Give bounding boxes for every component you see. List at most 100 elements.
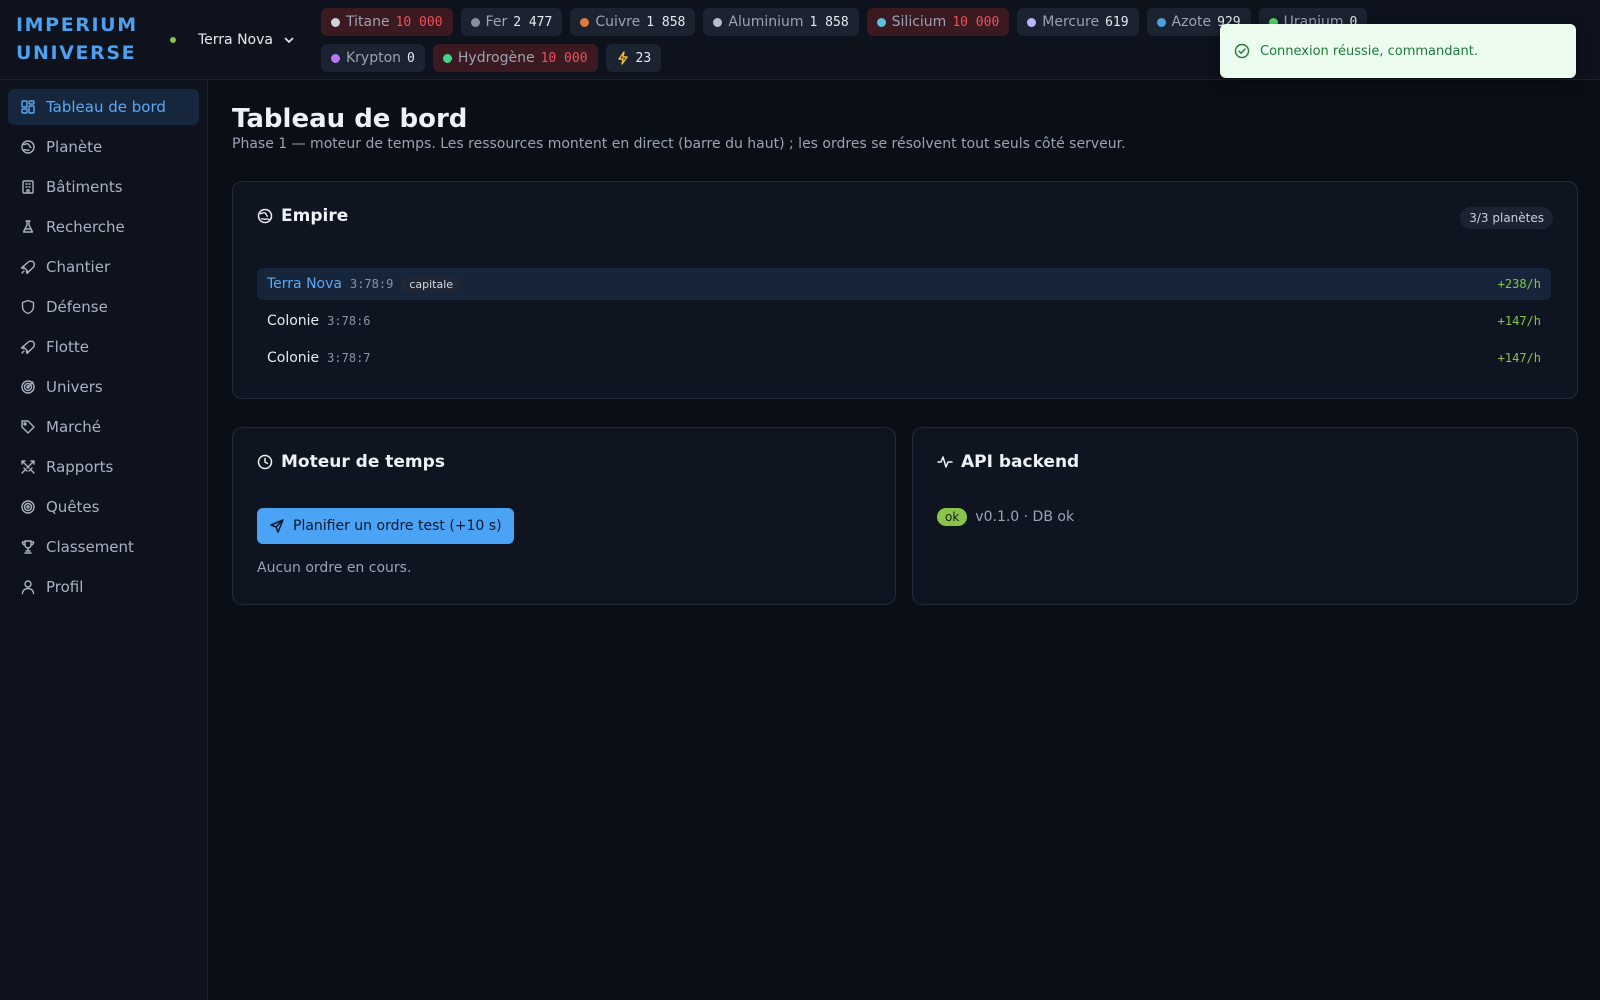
planet-row[interactable]: Terra Nova 3:78:9 capitale +238/h [257,268,1551,300]
user-icon [21,580,35,595]
logo-line-1: IMPERIUM [16,14,138,36]
activity-icon [937,456,953,468]
sidebar-item-label: Planète [46,138,103,156]
rocket-icon [20,260,36,275]
swords-icon [21,460,35,474]
resource-name: Azote [1171,14,1212,30]
resource-color-dot [580,17,590,27]
resource-name: Mercure [1042,14,1100,30]
resource-name: Aluminium [728,14,804,30]
sidebar-item-label: Classement [46,538,134,556]
resource-color-dot [876,17,886,27]
sidebar-item-classement[interactable]: Classement [8,529,199,565]
sidebar-item-univers[interactable]: Univers [8,369,199,405]
sidebar-item-label: Tableau de bord [46,98,166,116]
energy-pill: 23 [605,44,662,72]
sidebar-item-label: Quêtes [46,498,100,516]
resource-color-dot [331,53,340,63]
sidebar-item-label: Profil [46,578,84,596]
page-subtitle: Phase 1 — moteur de temps. Les ressource… [232,136,1126,152]
shield-icon [21,299,35,315]
sidebar-item-defense[interactable]: Défense [8,289,199,325]
sidebar-item-profil[interactable]: Profil [8,569,199,605]
planet-name: Colonie [267,313,320,329]
planet-production-rate: +147/h [1497,314,1541,328]
schedule-test-order-button[interactable]: Planifier un ordre test (+10 s) [257,508,514,544]
resource-pill-krypton: Krypton 0 [321,44,425,72]
resource-value: 10 000 [395,14,443,30]
rocket-icon [20,340,36,355]
empire-card-title: Empire [257,206,348,226]
planet-production-rate: +147/h [1497,351,1541,365]
time-engine-card-title: Moteur de temps [257,452,445,472]
planet-row[interactable]: Colonie 3:78:7 +147/h [257,342,1551,374]
planet-selector[interactable]: Terra Nova [170,28,295,52]
resource-name: Krypton [346,50,402,66]
resource-value: 0 [407,50,415,66]
resource-value: 2 477 [513,14,553,30]
check-circle-icon [1234,43,1250,59]
time-engine-title-text: Moteur de temps [281,452,445,472]
sidebar-item-chantier[interactable]: Chantier [8,249,199,285]
app-logo[interactable]: IMPERIUM UNIVERSE [16,11,138,67]
sidebar-item-label: Marché [46,418,101,436]
planet-coords: 3:78:6 [327,314,371,328]
tag-icon [21,420,35,434]
sidebar-item-label: Rapports [46,458,114,476]
globe-icon [21,140,35,154]
sidebar-item-quetes[interactable]: Quêtes [8,489,199,525]
logo-line-2: UNIVERSE [16,42,137,64]
capital-badge: capitale [401,275,462,293]
resource-color-dot [1027,17,1037,27]
resource-pill-cuivre: Cuivre 1 858 [570,8,696,36]
schedule-button-label: Planifier un ordre test (+10 s) [293,518,502,534]
api-version-text: v0.1.0 · DB ok [975,509,1075,525]
dashboard-icon [21,100,35,114]
sidebar-item-recherche[interactable]: Recherche [8,209,199,245]
resource-color-dot [442,53,452,63]
resource-value: 10 000 [540,50,588,66]
api-status-badge: ok [937,508,968,526]
bolt-icon [617,51,628,65]
planet-coords: 3:78:7 [327,351,371,365]
empire-card: Empire 3/3 planètes Terra Nova 3:78:9 capi… [232,181,1578,399]
resource-pill-titane: Titane 10 000 [321,8,453,36]
resource-pill-silicium: Silicium 10 000 [866,8,1010,36]
planet-selector-label: Terra Nova [198,32,273,48]
resource-value: 10 000 [952,14,1000,30]
chevron-down-icon [284,37,294,43]
resource-name: Cuivre [595,14,641,30]
resource-value: 1 858 [809,14,849,30]
resource-name: Silicium [891,14,947,30]
planet-count-badge: 3/3 planètes [1460,207,1553,229]
planet-status-dot [170,37,176,43]
planet-row[interactable]: Colonie 3:78:6 +147/h [257,305,1551,337]
globe-icon [257,208,273,224]
resource-name: Titane [346,14,390,30]
sidebar-item-label: Défense [46,298,108,316]
sidebar-item-rapports[interactable]: Rapports [8,449,199,485]
sidebar-item-label: Chantier [46,258,111,276]
toast-notification[interactable]: Connexion réussie, commandant. [1220,24,1576,78]
resource-name: Hydrogène [457,50,535,66]
sidebar-item-planete[interactable]: Planète [8,129,199,165]
radar-icon [21,380,35,394]
energy-value: 23 [635,50,652,66]
sidebar-item-marche[interactable]: Marché [8,409,199,445]
sidebar-item-tableau-de-bord[interactable]: Tableau de bord [8,89,199,125]
resource-pill-aluminium: Aluminium 1 858 [703,8,859,36]
planet-coords: 3:78:9 [349,277,394,291]
top-bar: IMPERIUM UNIVERSE Terra Nova Titane 10 00… [0,0,1600,80]
resource-pill-mercure: Mercure 619 [1017,8,1139,36]
flask-icon [22,220,34,233]
resource-name: Fer [485,14,508,30]
sidebar-item-batiments[interactable]: Bâtiments [8,169,199,205]
target-icon [21,500,35,514]
trophy-icon [21,540,35,554]
building-icon [22,180,34,194]
api-backend-card: API backend ok v0.1.0 · DB ok [912,427,1578,605]
api-title-text: API backend [961,452,1080,472]
resource-value: 1 858 [646,14,686,30]
sidebar-item-flotte[interactable]: Flotte [8,329,199,365]
resource-value: 619 [1105,14,1129,30]
